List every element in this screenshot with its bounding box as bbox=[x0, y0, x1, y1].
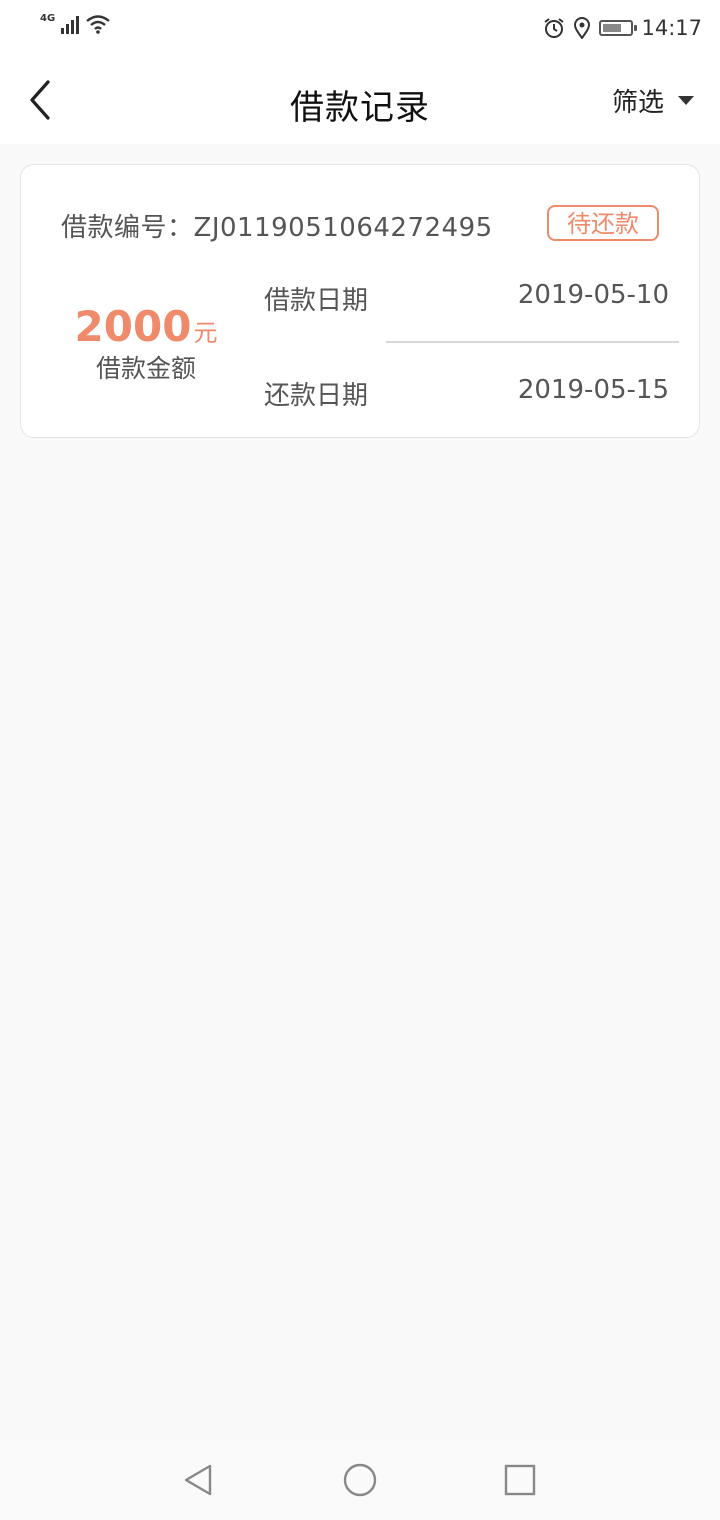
status-bar: 4G 14:17 bbox=[0, 0, 720, 56]
status-time: 14:17 bbox=[641, 16, 702, 40]
repay-date-row: 还款日期 2019-05-15 bbox=[264, 375, 669, 412]
repay-date-label: 还款日期 bbox=[264, 381, 369, 411]
filter-label: 筛选 bbox=[611, 88, 664, 118]
loan-record-card[interactable]: 借款编号：ZJ0119051064272495 待还款 2000 元 借款金额 借… bbox=[20, 164, 700, 438]
location-icon bbox=[574, 17, 591, 39]
repay-date-value: 2019-05-15 bbox=[517, 375, 669, 405]
alarm-icon bbox=[544, 18, 565, 38]
filter-button[interactable]: 筛选 bbox=[612, 82, 694, 119]
nav-bar: 借款记录 筛选 bbox=[0, 56, 720, 144]
divider bbox=[386, 341, 679, 343]
loan-amount: 2000 bbox=[74, 302, 192, 351]
signal-icon bbox=[61, 14, 80, 34]
loan-number-label: 借款编号： bbox=[61, 213, 194, 243]
network-type: 4G bbox=[40, 13, 56, 24]
wifi-icon bbox=[86, 15, 110, 34]
nav-recents-button[interactable] bbox=[502, 1462, 538, 1498]
status-left: 4G bbox=[40, 14, 111, 34]
loan-date-value: 2019-05-10 bbox=[517, 280, 669, 310]
amount-line: 2000 元 bbox=[75, 305, 218, 349]
nav-home-button[interactable] bbox=[342, 1462, 378, 1498]
loan-date-label: 借款日期 bbox=[264, 286, 369, 316]
amount-unit: 元 bbox=[193, 319, 218, 347]
loan-number-value: ZJ0119051064272495 bbox=[193, 213, 493, 243]
battery-icon bbox=[599, 20, 638, 36]
amount-label: 借款金额 bbox=[95, 354, 196, 383]
loan-number: 借款编号：ZJ0119051064272495 bbox=[61, 207, 493, 244]
triangle-back-icon bbox=[184, 1464, 212, 1496]
amount-block: 2000 元 借款金额 bbox=[75, 305, 218, 385]
circle-home-icon bbox=[343, 1463, 377, 1497]
status-badge: 待还款 bbox=[547, 205, 659, 241]
square-recents-icon bbox=[504, 1464, 536, 1496]
system-nav-bar bbox=[0, 1440, 720, 1520]
status-right: 14:17 bbox=[543, 14, 702, 42]
nav-back-button[interactable] bbox=[180, 1462, 216, 1498]
caret-down-icon bbox=[678, 96, 694, 105]
loan-date-row: 借款日期 2019-05-10 bbox=[264, 280, 669, 317]
